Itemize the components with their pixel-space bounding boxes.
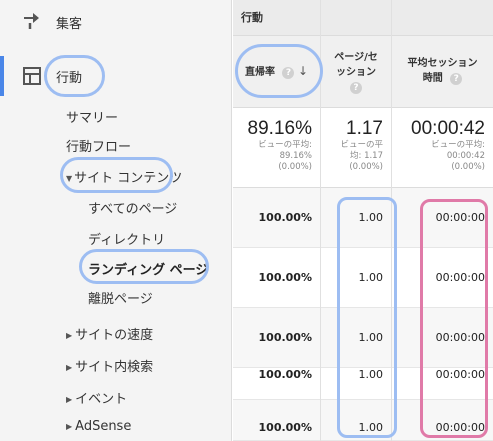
- expand-right-icon: ▶: [66, 395, 73, 404]
- table-cell: 1.00: [321, 350, 391, 400]
- table-cell: 00:00:00: [392, 188, 493, 248]
- table-cell: 100.00%: [233, 188, 320, 248]
- summary-average-label: ビューの平: [340, 140, 383, 150]
- table-cell: 100.00%: [233, 248, 320, 308]
- sidebar-item-events[interactable]: ▶ イベント: [66, 388, 127, 407]
- table-cell: 00:00:00: [392, 400, 493, 441]
- table-cell: 1.00: [321, 188, 391, 248]
- table-cell: 1.00: [321, 400, 391, 441]
- table-cell: 100.00%: [233, 400, 320, 441]
- summary-average-value: 89.16%: [279, 151, 312, 161]
- sidebar-item-adsense[interactable]: ▶ AdSense: [66, 419, 131, 434]
- expand-down-icon: ▼: [66, 174, 73, 183]
- expand-right-icon: ▶: [66, 363, 73, 372]
- summary-cell: 1.17 ビューの平 均: 1.17 (0.00%): [321, 108, 391, 188]
- summary-average-label: ビューの平均:: [258, 140, 312, 150]
- column-header-label: ッション: [336, 67, 376, 78]
- sidebar-item-label: サイト内検索: [75, 360, 154, 375]
- table-cell: 00:00:00: [392, 350, 493, 400]
- help-icon[interactable]: ?: [282, 67, 295, 79]
- column-bounce-rate: 直帰率 ? ↓ 89.16% ビューの平均: 89.16% (0.00%) 10…: [233, 0, 320, 441]
- expand-right-icon: ▶: [66, 422, 73, 431]
- summary-average-value: 均: 1.17: [350, 151, 383, 161]
- sort-descending-icon[interactable]: ↓: [298, 64, 308, 78]
- sidebar-item-label: AdSense: [75, 419, 132, 434]
- sidebar-item-behavior[interactable]: 行動: [56, 67, 82, 86]
- sidebar-item-all-pages[interactable]: すべてのページ: [88, 198, 177, 217]
- summary-cell: 89.16% ビューの平均: 89.16% (0.00%): [233, 108, 320, 188]
- summary-value: 89.16%: [247, 118, 312, 139]
- summary-value: 1.17: [346, 118, 383, 139]
- column-header-label: 直帰率: [244, 67, 275, 78]
- acquisition-arrows-icon: [22, 11, 42, 35]
- sidebar-item-landing-pages[interactable]: ランディング ページ: [88, 259, 208, 278]
- summary-average-delta: (0.00%): [451, 162, 485, 172]
- table-cell: 100.00%: [233, 350, 320, 400]
- table-cell: 1.00: [321, 248, 391, 308]
- sidebar-item-site-speed[interactable]: ▶ サイトの速度: [66, 324, 153, 343]
- column-header-avg-session-duration[interactable]: 平均セッション 時間 ?: [392, 36, 493, 108]
- sidebar-item-label: サイト コンテンツ: [74, 171, 183, 186]
- sidebar-item-label: イベント: [75, 392, 128, 407]
- sidebar-item-site-search[interactable]: ▶ サイト内検索: [66, 356, 153, 375]
- expand-right-icon: ▶: [66, 331, 73, 340]
- column-header-label-row: 時間 ?: [392, 71, 493, 86]
- sidebar-item-acquisition[interactable]: 集客: [56, 13, 82, 32]
- help-icon[interactable]: ?: [350, 82, 362, 94]
- sidebar-item-exit-pages[interactable]: 離脱ページ: [88, 288, 153, 307]
- table-cell: 00:00:00: [392, 248, 493, 308]
- column-pages-per-session: ページ/セ ッション ? 1.17 ビューの平 均: 1.17 (0.00%) …: [320, 0, 391, 441]
- active-section-indicator: [0, 56, 4, 96]
- sidebar: 集客 行動 サマリー 行動フロー ▼ サイト コンテンツ すべてのページ ディレク…: [0, 0, 232, 441]
- summary-value: 00:00:42: [411, 118, 485, 139]
- summary-average-value: 00:00:42: [446, 151, 485, 161]
- sidebar-item-site-content[interactable]: ▼ サイト コンテンツ: [66, 167, 182, 186]
- summary-average-delta: (0.00%): [278, 162, 312, 172]
- column-header-label: 平均セッション: [407, 58, 478, 69]
- column-avg-session-duration: 平均セッション 時間 ? 00:00:42 ビューの平均: 00:00:42 (…: [391, 0, 493, 441]
- sidebar-item-directory[interactable]: ディレクトリ: [88, 229, 165, 248]
- summary-cell: 00:00:42 ビューの平均: 00:00:42 (0.00%): [392, 108, 493, 188]
- summary-average-label: ビューの平均:: [431, 140, 485, 150]
- metrics-table: 行動 直帰率 ? ↓ 89.16% ビューの平均: 89.16% (0.00%)…: [233, 0, 493, 441]
- sidebar-item-label: サイトの速度: [75, 328, 154, 343]
- behavior-grid-icon: [23, 67, 41, 89]
- sidebar-item-behavior-flow[interactable]: 行動フロー: [66, 136, 131, 155]
- summary-average-delta: (0.00%): [349, 162, 383, 172]
- sidebar-item-summary[interactable]: サマリー: [66, 107, 118, 126]
- column-header-pages-per-session[interactable]: ページ/セ ッション ?: [321, 36, 391, 108]
- column-header-label: ページ/セ: [334, 52, 378, 63]
- column-header-label: 時間: [422, 73, 443, 84]
- column-header-bounce-rate[interactable]: 直帰率 ? ↓: [233, 36, 320, 108]
- help-icon[interactable]: ?: [450, 73, 463, 85]
